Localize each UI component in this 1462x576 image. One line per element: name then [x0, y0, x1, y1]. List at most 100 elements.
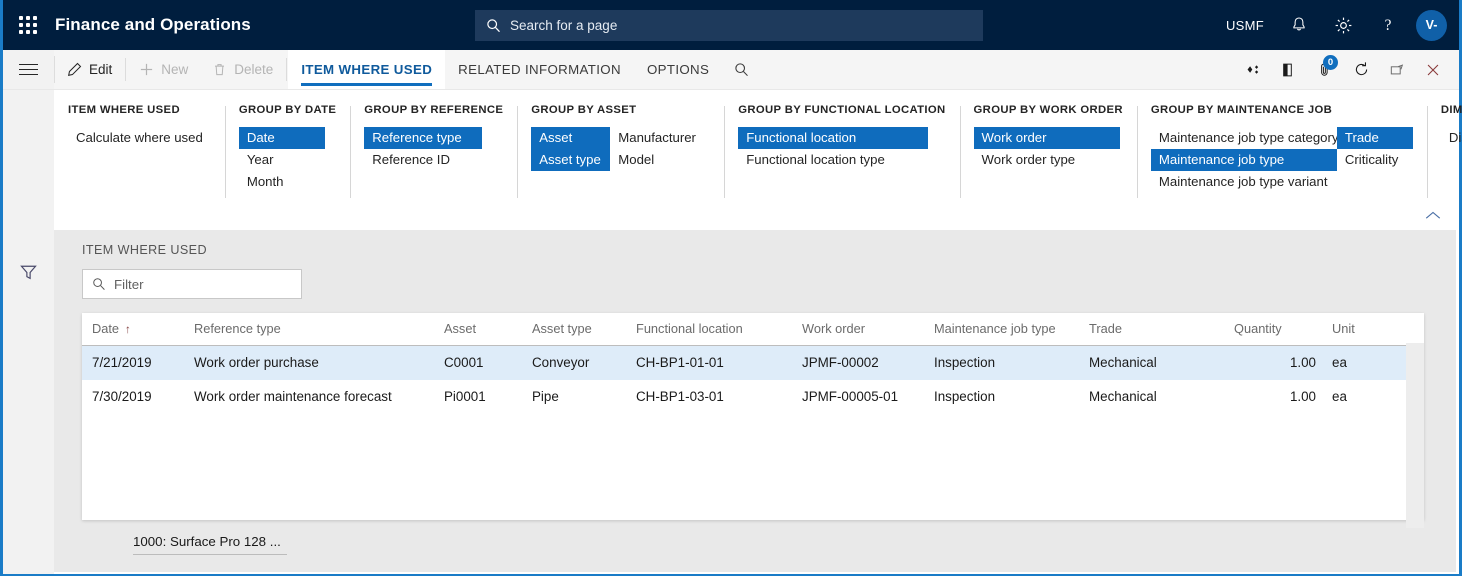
- ribbon-item-maintenance-job-type-variant[interactable]: Maintenance job type variant: [1151, 171, 1337, 193]
- column-header-asset[interactable]: Asset: [444, 313, 532, 346]
- cell-quantity: 1.00: [1234, 380, 1324, 414]
- cell-asset: C0001: [444, 346, 532, 381]
- company-selector[interactable]: USMF: [1213, 0, 1277, 50]
- tab-options[interactable]: OPTIONS: [634, 50, 722, 89]
- ribbon-group-title: ITEM WHERE USED: [68, 104, 211, 116]
- plus-icon: [139, 62, 154, 77]
- ribbon-item-trade[interactable]: Trade: [1337, 127, 1413, 149]
- column-header-work-order[interactable]: Work order: [802, 313, 934, 346]
- column-header-date-label: Date: [92, 321, 119, 336]
- app-window: Finance and Operations Search for a page…: [0, 0, 1462, 576]
- gear-icon[interactable]: [1321, 0, 1366, 50]
- attachment-count-badge: 0: [1323, 55, 1338, 70]
- ribbon-group-title: GROUP BY DATE: [239, 104, 336, 116]
- table-row[interactable]: 7/21/2019 Work order purchase C0001 Conv…: [82, 346, 1406, 381]
- footer-record-label[interactable]: 1000: Surface Pro 128 ...: [133, 534, 287, 555]
- column-header-functional-location[interactable]: Functional location: [636, 313, 802, 346]
- cell-asset-type: Pipe: [532, 380, 636, 414]
- global-search-input[interactable]: Search for a page: [475, 10, 983, 41]
- ribbon-item-work-order-type[interactable]: Work order type: [974, 149, 1120, 171]
- sort-ascending-icon: ↑: [125, 324, 131, 336]
- ribbon-item-criticality[interactable]: Criticality: [1337, 149, 1413, 171]
- bell-icon[interactable]: [1277, 0, 1321, 50]
- column-header-trade[interactable]: Trade: [1089, 313, 1234, 346]
- action-pane: ITEM WHERE USED Calculate where used GRO…: [54, 91, 1456, 230]
- ribbon-item-functional-location[interactable]: Functional location: [738, 127, 928, 149]
- ribbon-group-group-by-asset: GROUP BY ASSET Asset Asset type Manufact…: [517, 104, 724, 212]
- delete-button[interactable]: Delete: [200, 50, 285, 89]
- question-mark-icon[interactable]: ?: [1366, 0, 1410, 50]
- ribbon-group-title: DIMENSION: [1441, 104, 1462, 116]
- table-row[interactable]: 7/30/2019 Work order maintenance forecas…: [82, 380, 1406, 414]
- refresh-icon[interactable]: [1343, 50, 1379, 90]
- cell-unit[interactable]: ea: [1324, 346, 1406, 381]
- cell-trade: Mechanical: [1089, 346, 1234, 381]
- ribbon-item-asset-type[interactable]: Asset type: [531, 149, 610, 171]
- ribbon-item-calculate-where-used[interactable]: Calculate where used: [68, 127, 211, 149]
- ribbon-item-reference-type[interactable]: Reference type: [364, 127, 482, 149]
- new-button[interactable]: New: [127, 50, 200, 89]
- ribbon-group-title: GROUP BY ASSET: [531, 104, 710, 116]
- column-header-maintenance-job-type[interactable]: Maintenance job type: [934, 313, 1089, 346]
- attach-document-icon[interactable]: 0: [1307, 50, 1343, 90]
- data-grid: Date ↑ Reference type Asset Asset type Fu…: [82, 313, 1424, 520]
- ribbon-item-display-dimensions[interactable]: Display dimensions: [1441, 127, 1462, 149]
- command-divider: [286, 58, 287, 81]
- app-launcher-icon[interactable]: [15, 12, 41, 38]
- global-search-placeholder: Search for a page: [510, 18, 617, 33]
- column-header-unit[interactable]: Unit: [1324, 313, 1406, 346]
- ribbon-item-model[interactable]: Model: [610, 149, 710, 171]
- column-header-quantity[interactable]: Quantity: [1234, 313, 1324, 346]
- ribbon-item-reference-id[interactable]: Reference ID: [364, 149, 482, 171]
- ribbon-item-maintenance-job-type-category[interactable]: Maintenance job type category: [1151, 127, 1337, 149]
- ribbon-item-date[interactable]: Date: [239, 127, 325, 149]
- new-button-label: New: [161, 62, 188, 77]
- open-in-new-window-icon[interactable]: [1379, 50, 1415, 90]
- ribbon-item-asset[interactable]: Asset: [531, 127, 610, 149]
- footer-bar: 1000: Surface Pro 128 ...: [105, 528, 1453, 570]
- ribbon-group-group-by-maintenance-job: GROUP BY MAINTENANCE JOB Maintenance job…: [1137, 104, 1427, 212]
- hamburger-menu-icon[interactable]: [3, 50, 54, 89]
- ribbon-group-group-by-work-order: GROUP BY WORK ORDER Work order Work orde…: [960, 104, 1137, 212]
- cell-trade: Mechanical: [1089, 380, 1234, 414]
- grid-vertical-scrollbar[interactable]: [1406, 343, 1424, 520]
- tab-item-where-used-label: ITEM WHERE USED: [301, 62, 432, 77]
- ribbon-item-functional-location-type[interactable]: Functional location type: [738, 149, 928, 171]
- edit-button-label: Edit: [89, 62, 112, 77]
- tab-item-where-used[interactable]: ITEM WHERE USED: [288, 50, 445, 89]
- tab-related-information[interactable]: RELATED INFORMATION: [445, 50, 634, 89]
- cell-functional-location: CH-BP1-01-01: [636, 346, 802, 381]
- edit-button[interactable]: Edit: [55, 50, 124, 89]
- cell-maintenance-job-type: Inspection: [934, 380, 1089, 414]
- cell-date: 7/21/2019: [82, 346, 194, 381]
- search-icon[interactable]: [722, 50, 761, 89]
- ribbon-item-maintenance-job-type[interactable]: Maintenance job type: [1151, 149, 1337, 171]
- cell-date: 7/30/2019: [82, 380, 194, 414]
- open-in-office-icon[interactable]: [1271, 50, 1307, 90]
- attachments-diamond-icon[interactable]: [1235, 50, 1271, 90]
- grid-scrollbar-thumb[interactable]: [1406, 343, 1424, 535]
- funnel-filter-icon[interactable]: [3, 263, 54, 282]
- command-bar-right-icons: 0: [1235, 50, 1459, 89]
- column-header-asset-type[interactable]: Asset type: [532, 313, 636, 346]
- close-icon[interactable]: [1415, 50, 1451, 90]
- column-header-date[interactable]: Date ↑: [82, 313, 194, 346]
- column-header-reference-type[interactable]: Reference type: [194, 313, 444, 346]
- filter-input[interactable]: Filter: [82, 269, 302, 299]
- avatar[interactable]: V-: [1416, 10, 1447, 41]
- cell-maintenance-job-type: Inspection: [934, 346, 1089, 381]
- svg-text:?: ?: [1385, 17, 1392, 34]
- command-divider: [125, 58, 126, 81]
- panel-caption: ITEM WHERE USED: [82, 243, 207, 257]
- chevron-up-icon[interactable]: [1420, 204, 1446, 226]
- ribbon-item-month[interactable]: Month: [239, 171, 325, 193]
- delete-button-label: Delete: [234, 62, 273, 77]
- app-title: Finance and Operations: [55, 15, 251, 35]
- cell-functional-location: CH-BP1-03-01: [636, 380, 802, 414]
- filter-input-placeholder: Filter: [114, 277, 144, 292]
- ribbon-group-dimension: DIMENSION Display dimensions: [1427, 104, 1462, 212]
- ribbon-item-manufacturer[interactable]: Manufacturer: [610, 127, 710, 149]
- ribbon-group-group-by-reference: GROUP BY REFERENCE Reference type Refere…: [350, 104, 517, 212]
- ribbon-item-year[interactable]: Year: [239, 149, 325, 171]
- ribbon-item-work-order[interactable]: Work order: [974, 127, 1120, 149]
